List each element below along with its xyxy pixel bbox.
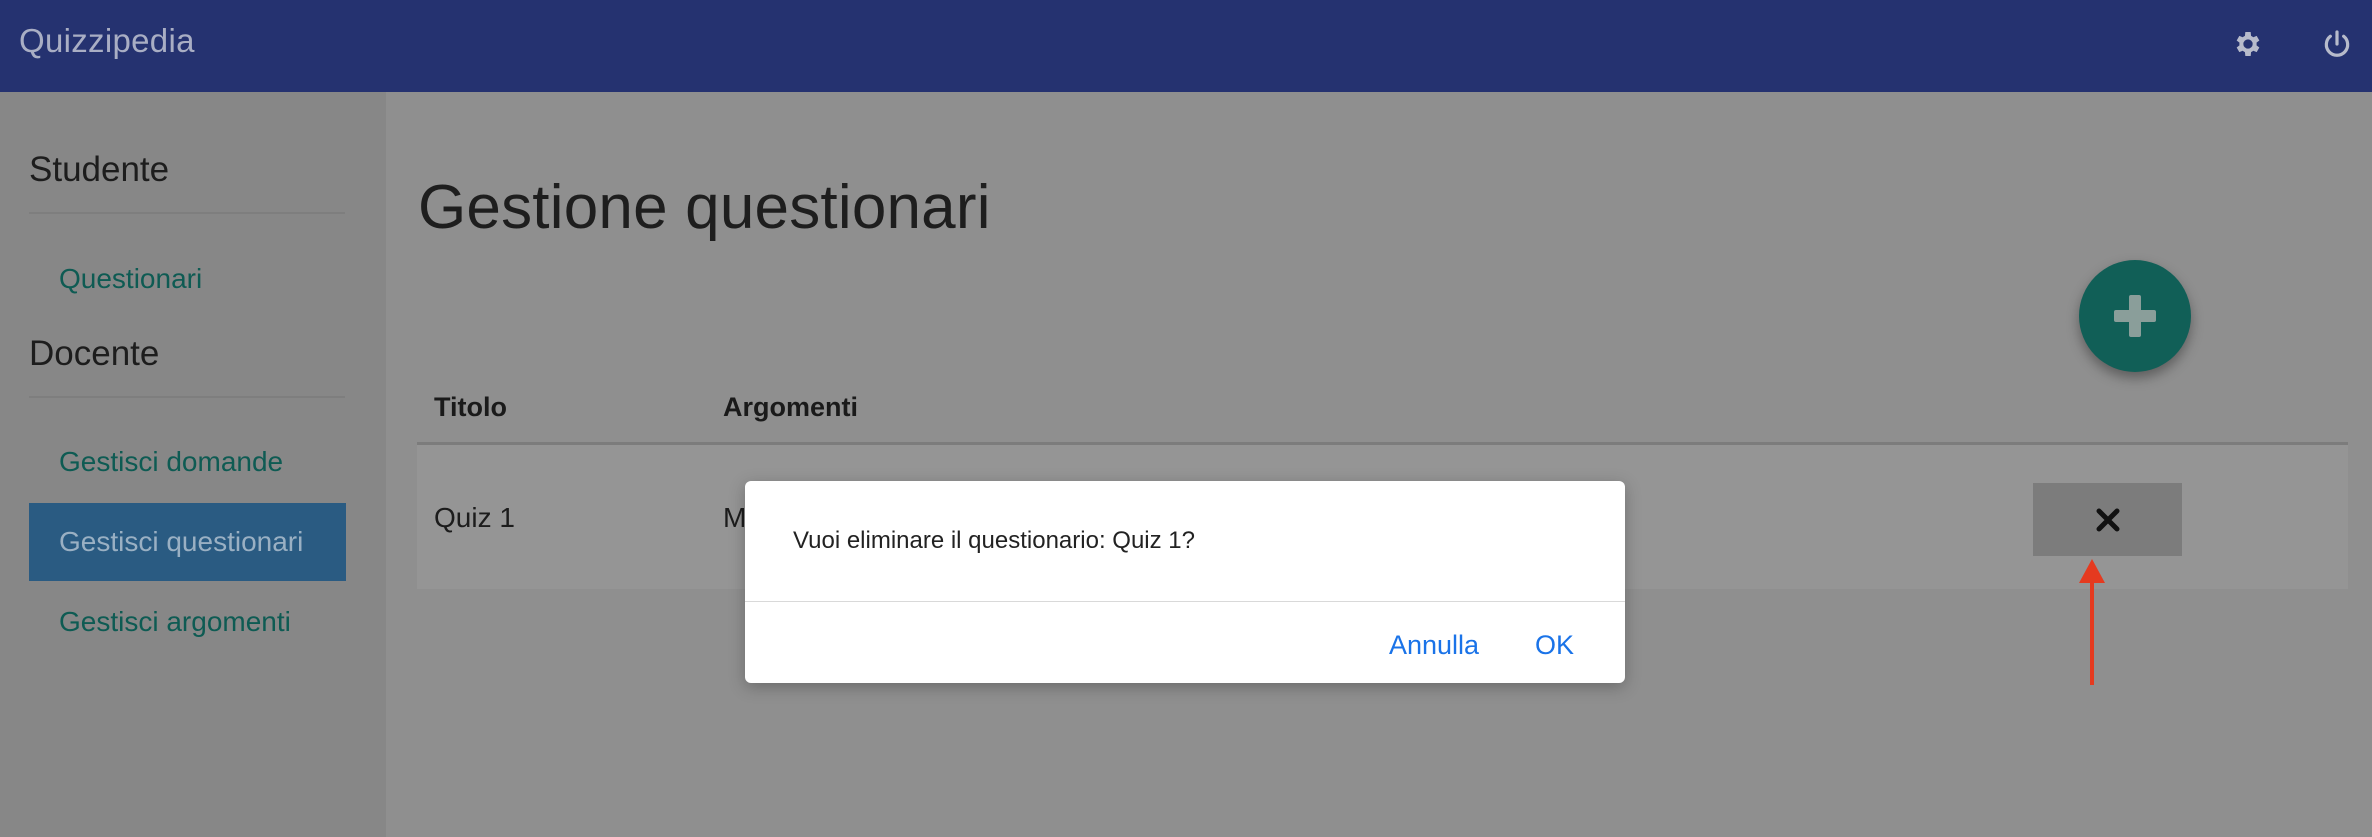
ok-button[interactable]: OK	[1535, 630, 1574, 661]
cancel-button[interactable]: Annulla	[1389, 630, 1479, 661]
sidebar-item-gestisci-questionari[interactable]: Gestisci questionari	[29, 503, 346, 581]
column-header-titolo: Titolo	[434, 392, 507, 422]
dialog-divider	[745, 601, 1625, 602]
add-questionario-button[interactable]	[2079, 260, 2191, 372]
x-icon	[2096, 508, 2119, 531]
sidebar-item-questionari[interactable]: Questionari	[29, 240, 346, 318]
app: Quizzipedia Studente Questionari Docente…	[0, 0, 2372, 837]
plus-icon	[2114, 295, 2156, 337]
cell-titolo: Quiz 1	[434, 502, 515, 533]
power-icon[interactable]	[2315, 22, 2359, 66]
column-header-argomenti: Argomenti	[723, 392, 858, 422]
page-title: Gestione questionari	[418, 173, 991, 242]
main-content: Gestione questionari Titolo Argomenti Qu…	[386, 92, 2372, 837]
annotation-arrow-icon	[2079, 559, 2105, 685]
section-divider	[29, 396, 345, 398]
gear-icon[interactable]	[2226, 22, 2270, 66]
brand-title[interactable]: Quizzipedia	[19, 22, 195, 60]
delete-button[interactable]	[2033, 483, 2182, 556]
sidebar-section-studente: Studente	[29, 150, 170, 189]
confirm-delete-dialog: Vuoi eliminare il questionario: Quiz 1? …	[745, 481, 1625, 683]
sidebar-section-docente: Docente	[29, 334, 160, 373]
dialog-message: Vuoi eliminare il questionario: Quiz 1?	[793, 527, 1195, 554]
sidebar-item-gestisci-domande[interactable]: Gestisci domande	[29, 423, 346, 501]
sidebar: Studente Questionari Docente Gestisci do…	[0, 92, 386, 837]
top-navbar: Quizzipedia	[0, 0, 2372, 92]
section-divider	[29, 212, 345, 214]
cell-argomenti: M	[723, 502, 747, 533]
sidebar-item-gestisci-argomenti[interactable]: Gestisci argomenti	[29, 583, 346, 661]
